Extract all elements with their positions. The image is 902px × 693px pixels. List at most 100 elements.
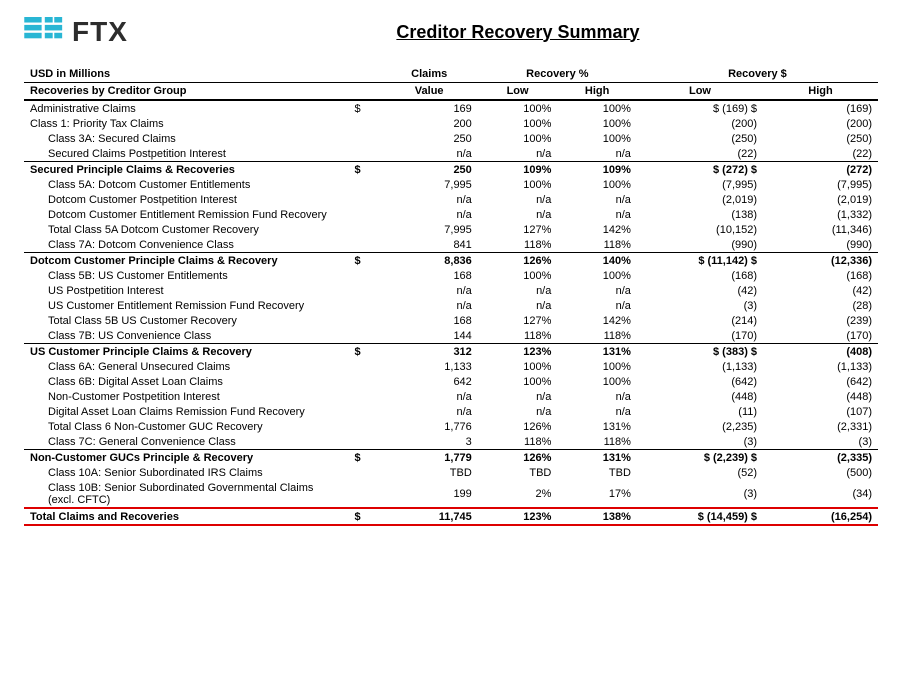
row-claims-value: n/a xyxy=(381,192,478,207)
row-claims-value: 11,745 xyxy=(381,508,478,525)
row-recovery-dollar-high: (2,019) xyxy=(763,192,878,207)
low-rec-col-header: Low xyxy=(637,83,763,101)
row-claims-value: 168 xyxy=(381,313,478,328)
row-claims-value: 7,995 xyxy=(381,222,478,237)
table-row: Dotcom Customer Postpetition Interestn/a… xyxy=(24,192,878,207)
row-recovery-pct-high: 118% xyxy=(557,328,637,344)
row-recovery-pct-high: 118% xyxy=(557,434,637,450)
column-sub-header: Recoveries by Creditor Group Value Low H… xyxy=(24,83,878,101)
low-pct-col-header: Low xyxy=(478,83,558,101)
row-currency-symbol xyxy=(349,177,381,192)
table-row: Class 5A: Dotcom Customer Entitlements7,… xyxy=(24,177,878,192)
row-recovery-pct-low: 2% xyxy=(478,480,558,508)
row-recovery-pct-high: 138% xyxy=(557,508,637,525)
row-recovery-dollar-high: (408) xyxy=(763,344,878,360)
row-recovery-pct-high: 131% xyxy=(557,344,637,360)
recovery-dollar-header: Recovery $ xyxy=(637,66,878,83)
row-currency-symbol xyxy=(349,192,381,207)
row-recovery-pct-high: 142% xyxy=(557,313,637,328)
row-claims-value: n/a xyxy=(381,207,478,222)
row-recovery-dollar-symbol: (22) xyxy=(637,146,763,162)
row-label: Dotcom Customer Principle Claims & Recov… xyxy=(24,253,349,269)
row-claims-value: 7,995 xyxy=(381,177,478,192)
claims-header: Claims xyxy=(381,66,478,83)
table-row: US Customer Entitlement Remission Fund R… xyxy=(24,298,878,313)
table-row: Total Class 6 Non-Customer GUC Recovery1… xyxy=(24,419,878,434)
row-claims-value: 168 xyxy=(381,268,478,283)
row-currency-symbol: $ xyxy=(349,344,381,360)
row-recovery-dollar-high: (170) xyxy=(763,328,878,344)
row-recovery-dollar-high: (250) xyxy=(763,131,878,146)
row-label: Secured Principle Claims & Recoveries xyxy=(24,162,349,178)
row-recovery-dollar-symbol: (642) xyxy=(637,374,763,389)
row-recovery-dollar-high: (168) xyxy=(763,268,878,283)
row-label: Class 10A: Senior Subordinated IRS Claim… xyxy=(24,465,349,480)
row-claims-value: 250 xyxy=(381,162,478,178)
row-recovery-dollar-symbol: (448) xyxy=(637,389,763,404)
row-recovery-dollar-symbol: (170) xyxy=(637,328,763,344)
row-recovery-pct-high: 100% xyxy=(557,131,637,146)
row-recovery-dollar-high: (2,335) xyxy=(763,450,878,466)
row-recovery-dollar-symbol: (990) xyxy=(637,237,763,253)
row-claims-value: 1,133 xyxy=(381,359,478,374)
row-recovery-dollar-symbol: (3) xyxy=(637,480,763,508)
row-claims-value: 1,779 xyxy=(381,450,478,466)
row-claims-value: 250 xyxy=(381,131,478,146)
row-recovery-pct-low: 126% xyxy=(478,253,558,269)
row-currency-symbol xyxy=(349,313,381,328)
row-recovery-dollar-symbol: (1,133) xyxy=(637,359,763,374)
recovery-pct-header: Recovery % xyxy=(478,66,637,83)
row-recovery-dollar-symbol: (200) xyxy=(637,116,763,131)
row-recovery-dollar-symbol: (3) xyxy=(637,298,763,313)
row-label: US Postpetition Interest xyxy=(24,283,349,298)
row-label: Total Class 5B US Customer Recovery xyxy=(24,313,349,328)
grand-total-row: Total Claims and Recoveries$11,745123%13… xyxy=(24,508,878,525)
table-row: Non-Customer Postpetition Interestn/an/a… xyxy=(24,389,878,404)
row-currency-symbol xyxy=(349,116,381,131)
row-currency-symbol xyxy=(349,237,381,253)
row-label: Total Claims and Recoveries xyxy=(24,508,349,525)
row-recovery-pct-low: 100% xyxy=(478,374,558,389)
row-recovery-pct-low: n/a xyxy=(478,283,558,298)
row-recovery-dollar-high: (990) xyxy=(763,237,878,253)
logo-text: FTX xyxy=(72,16,128,48)
row-recovery-pct-high: 131% xyxy=(557,419,637,434)
row-recovery-pct-high: 100% xyxy=(557,116,637,131)
row-recovery-pct-low: n/a xyxy=(478,389,558,404)
row-recovery-dollar-symbol: (52) xyxy=(637,465,763,480)
row-recovery-dollar-high: (169) xyxy=(763,100,878,116)
row-label: Non-Customer Postpetition Interest xyxy=(24,389,349,404)
row-recovery-pct-high: n/a xyxy=(557,146,637,162)
row-recovery-dollar-high: (12,336) xyxy=(763,253,878,269)
table-row: Total Class 5A Dotcom Customer Recovery7… xyxy=(24,222,878,237)
row-recovery-dollar-high: (272) xyxy=(763,162,878,178)
row-recovery-dollar-high: (7,995) xyxy=(763,177,878,192)
dollar-col-header xyxy=(349,66,381,83)
row-recovery-pct-low: 123% xyxy=(478,344,558,360)
row-recovery-pct-high: 100% xyxy=(557,177,637,192)
row-recovery-pct-low: 100% xyxy=(478,359,558,374)
page-header: FTX Creditor Recovery Summary xyxy=(24,16,878,48)
table-row: US Postpetition Interestn/an/an/a(42)(42… xyxy=(24,283,878,298)
row-currency-symbol xyxy=(349,268,381,283)
table-row: Class 5B: US Customer Entitlements168100… xyxy=(24,268,878,283)
row-recovery-dollar-high: (500) xyxy=(763,465,878,480)
row-recovery-pct-high: 100% xyxy=(557,374,637,389)
row-recovery-dollar-symbol: (7,995) xyxy=(637,177,763,192)
row-label: Class 10B: Senior Subordinated Governmen… xyxy=(24,480,349,508)
row-recovery-pct-low: 100% xyxy=(478,177,558,192)
row-recovery-dollar-symbol: $ (14,459) $ xyxy=(637,508,763,525)
column-group-header: USD in Millions Claims Recovery % Recove… xyxy=(24,66,878,83)
row-recovery-pct-high: n/a xyxy=(557,192,637,207)
row-recovery-dollar-high: (34) xyxy=(763,480,878,508)
table-row: Class 6A: General Unsecured Claims1,1331… xyxy=(24,359,878,374)
ftx-logo-icon xyxy=(24,17,64,47)
row-recovery-pct-high: n/a xyxy=(557,207,637,222)
row-recovery-dollar-high: (42) xyxy=(763,283,878,298)
row-currency-symbol: $ xyxy=(349,162,381,178)
row-claims-value: n/a xyxy=(381,283,478,298)
row-recovery-pct-low: 126% xyxy=(478,419,558,434)
row-recovery-dollar-high: (1,133) xyxy=(763,359,878,374)
row-currency-symbol xyxy=(349,359,381,374)
row-recovery-dollar-symbol: (214) xyxy=(637,313,763,328)
